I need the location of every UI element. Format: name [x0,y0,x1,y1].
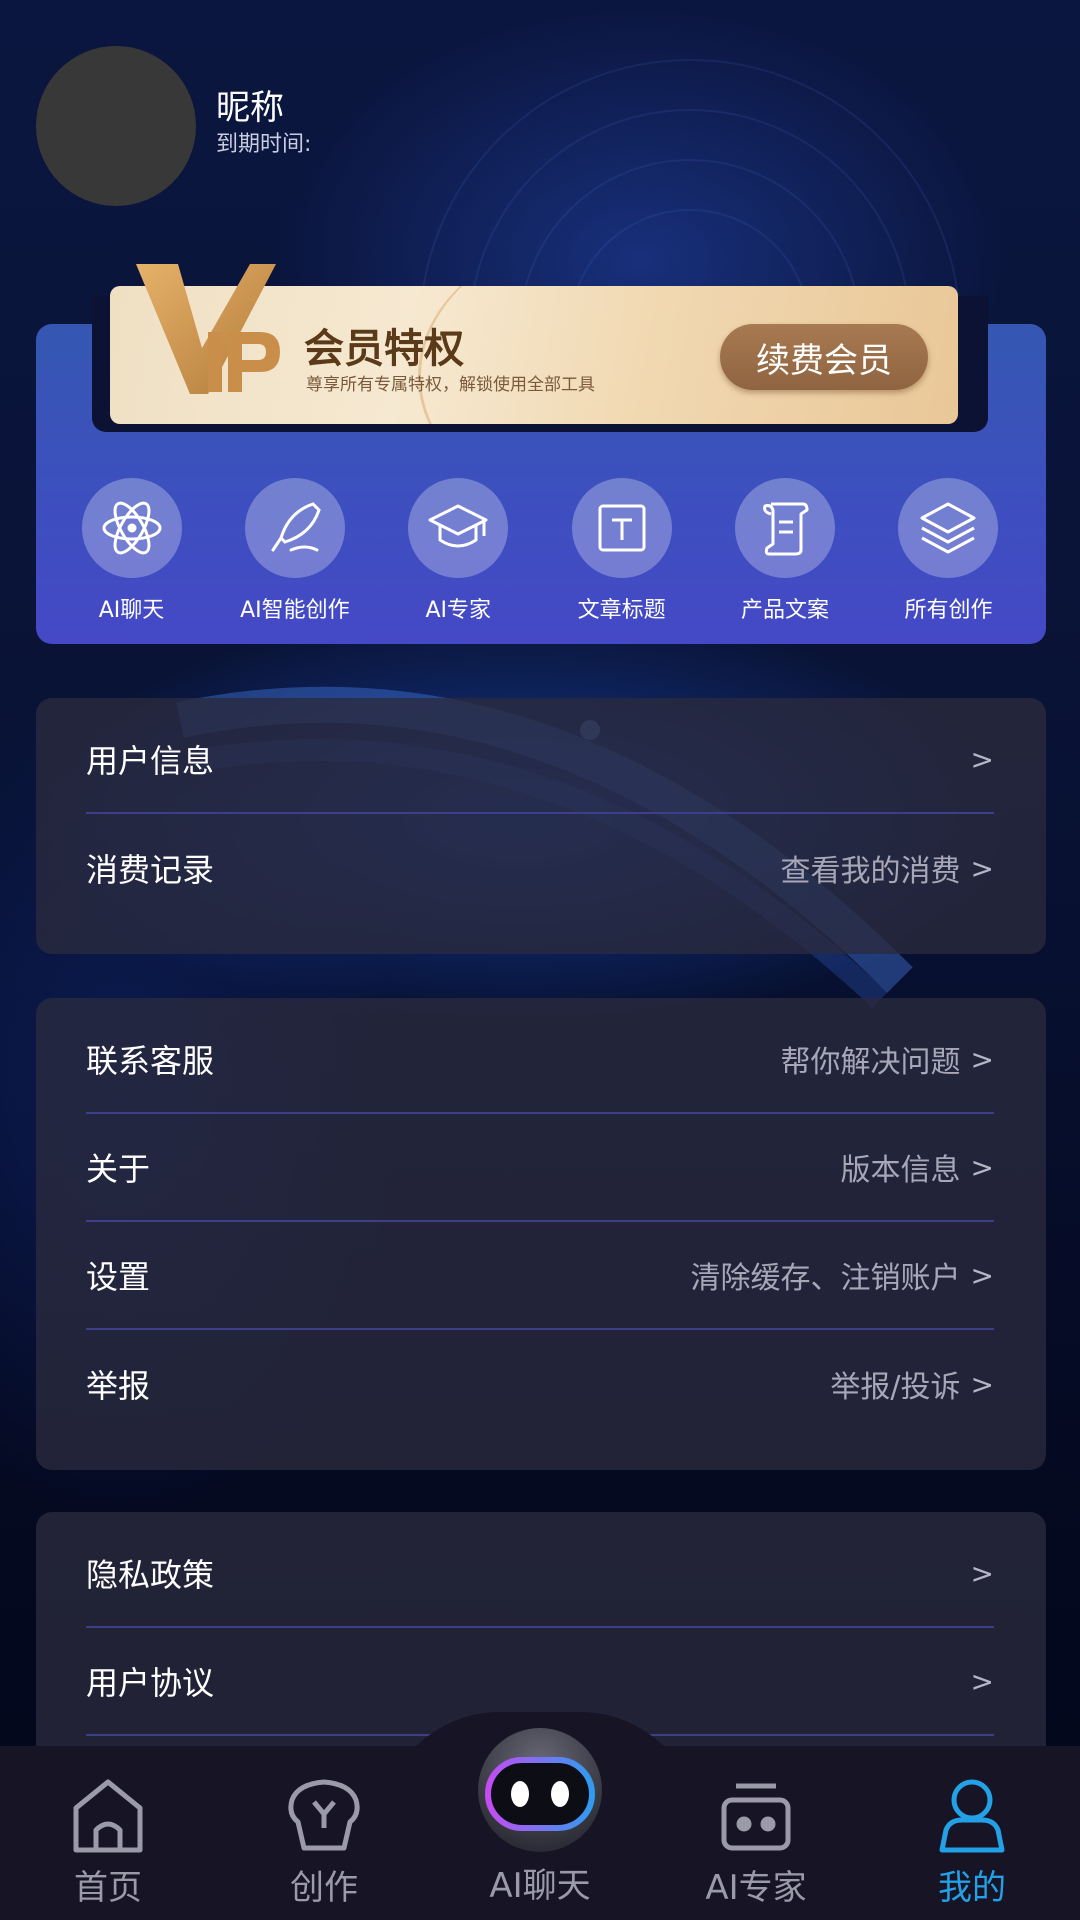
nav-ai-chat[interactable]: AI聊天 [440,1858,640,1907]
chevron-right-icon: > [970,742,994,776]
row-label: 消费记录 [86,851,215,889]
atom-icon [81,478,182,578]
feature-ai-chat[interactable]: AI聊天 [50,478,213,624]
menu-row-user-info[interactable]: 用户信息 > [86,706,994,814]
layers-icon [898,478,999,578]
vip-title: 会员特权 [304,326,464,372]
nickname: 昵称 [216,88,284,128]
home-icon [73,1779,143,1853]
user-icon [939,1779,1005,1853]
feature-label: 所有创作 [904,598,993,623]
chevron-right-icon: > [970,1556,994,1590]
feature-all-creations[interactable]: 所有创作 [867,478,1030,624]
feature-label: AI聊天 [98,598,165,623]
nav-label: AI专家 [705,1868,807,1908]
graduation-cap-icon [408,478,509,578]
row-hint: 清除缓存、注销账户 [690,1261,961,1296]
feature-product-copy[interactable]: 产品文案 [704,478,867,624]
feature-ai-writing[interactable]: AI智能创作 [213,478,376,624]
feature-label: AI智能创作 [240,598,350,623]
row-label: 设置 [86,1258,151,1296]
row-label: 联系客服 [86,1042,215,1080]
nav-mine[interactable]: 我的 [892,1776,1052,1909]
nav-label: 首页 [74,1868,142,1908]
menu-row-consumption[interactable]: 消费记录 查看我的消费 > [86,814,994,922]
menu-row-contact-service[interactable]: 联系客服 帮你解决问题 > [86,1006,994,1114]
vip-logo-icon [136,264,280,394]
quill-icon [244,478,345,578]
menu-row-settings[interactable]: 设置 清除缓存、注销账户 > [86,1222,994,1330]
row-hint: 帮你解决问题 [780,1045,961,1080]
chevron-right-icon: > [970,1042,994,1076]
menu-row-about[interactable]: 关于 版本信息 > [86,1114,994,1222]
row-hint: 查看我的消费 [780,854,961,889]
feature-ai-expert[interactable]: AI专家 [377,478,540,624]
feature-label: 产品文案 [741,598,830,623]
vip-subtitle: 尊享所有专属特权，解锁使用全部工具 [306,375,595,395]
feature-shortcuts: AI聊天 AI智能创作 AI专家 文章标题 产品文案 所有创作 [50,478,1030,624]
feature-label: 文章标题 [577,598,666,623]
avatar[interactable] [36,46,196,206]
row-hint: 版本信息 [840,1153,961,1188]
text-box-icon [571,478,672,578]
robot-icon[interactable] [474,1724,606,1856]
nav-home[interactable]: 首页 [28,1776,188,1909]
create-icon [288,1779,360,1851]
chevron-right-icon: > [970,851,994,885]
chevron-right-icon: > [970,1664,994,1698]
row-label: 隐私政策 [86,1556,215,1594]
menu-row-report[interactable]: 举报 举报/投诉 > [86,1330,994,1438]
row-hint: 举报/投诉 [830,1370,961,1405]
feature-article-title[interactable]: 文章标题 [540,478,703,624]
chevron-right-icon: > [970,1150,994,1184]
nav-create[interactable]: 创作 [244,1776,404,1909]
expert-bot-icon [721,1783,791,1851]
nav-ai-expert[interactable]: AI专家 [676,1776,836,1909]
feature-label: AI专家 [425,598,492,623]
expire-time: 到期时间: [216,132,312,157]
chevron-right-icon: > [970,1258,994,1292]
row-label: 用户信息 [86,742,215,780]
row-label: 用户协议 [86,1664,215,1702]
renew-membership-button[interactable]: 续费会员 [720,324,928,390]
scroll-icon [735,478,836,578]
row-label: 关于 [86,1150,151,1188]
row-label: 举报 [86,1367,151,1405]
nav-label: 创作 [290,1868,358,1908]
chevron-right-icon: > [970,1367,994,1401]
profile-header: 昵称 到期时间: [36,46,311,206]
menu-row-privacy-policy[interactable]: 隐私政策 > [86,1520,994,1628]
nav-label: 我的 [938,1868,1006,1908]
